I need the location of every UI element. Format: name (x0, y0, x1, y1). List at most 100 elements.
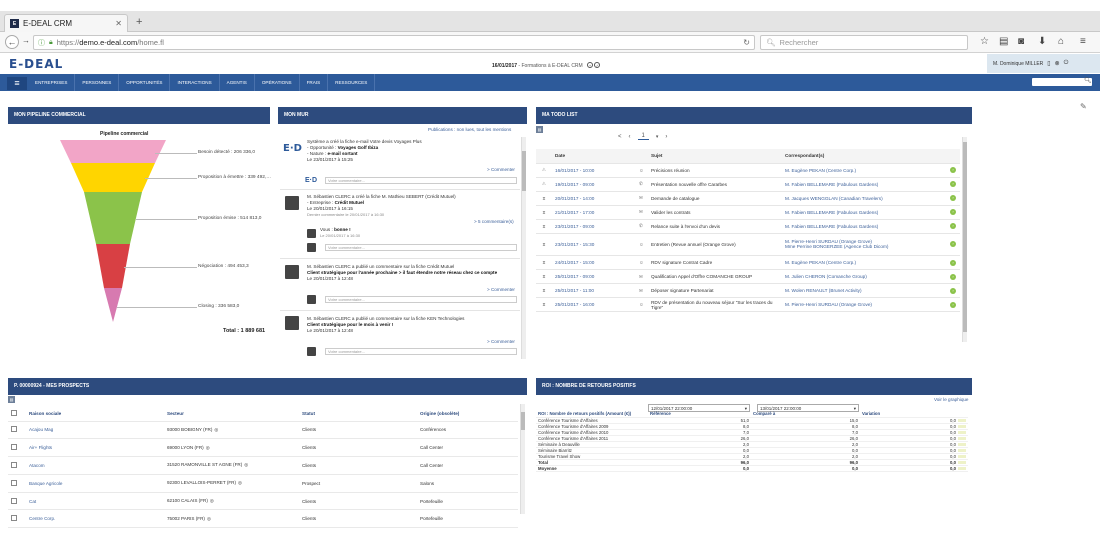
todo-subject[interactable]: RDV signature Contrat Cadre (648, 255, 782, 271)
reading-list-icon[interactable]: ▤ (999, 36, 1008, 47)
todo-date[interactable]: 19/01/2017 - 09:00 (552, 177, 636, 192)
funnel-stage-2[interactable] (71, 163, 155, 192)
prospects-scrollbar[interactable] (520, 404, 525, 514)
prospects-col-sector[interactable]: Secteur (164, 407, 299, 422)
go-arrow-icon[interactable]: › (950, 167, 956, 174)
todo-contact[interactable]: M. Eugène PEKAN (Centre Corp.) (785, 168, 943, 173)
prospect-name[interactable]: Centre Corp. (26, 509, 164, 529)
funnel-stage-1[interactable] (60, 140, 166, 163)
todo-options-icon[interactable]: ▤ (536, 126, 543, 133)
browser-search-input[interactable]: 🔍︎ Rechercher (760, 35, 968, 50)
globe-icon[interactable]: ◎ (207, 516, 211, 521)
todo-row[interactable]: ⧗ 25/01/2017 - 09:00 ✉ Qualification Appel … (536, 269, 960, 285)
table-row[interactable]: Acajou Mag 93000 BOBIGNY (FR) ◎ Clients Conf… (8, 421, 518, 440)
todo-subject[interactable]: Qualification Appel d'Offre COMANCHE GRO… (648, 269, 782, 285)
todo-date[interactable]: 25/01/2017 - 09:00 (552, 269, 636, 285)
row-checkbox[interactable] (11, 426, 17, 433)
wall-filter-links[interactable]: Publications : non lues, tout les mentio… (428, 127, 511, 132)
next-page-icon[interactable]: › (665, 134, 667, 140)
go-arrow-icon[interactable]: › (950, 209, 956, 216)
todo-row[interactable]: ⧗ 21/01/2017 - 17:00 ✉ Valider les contrats… (536, 205, 960, 220)
todo-row[interactable]: ⧗ 23/01/2017 - 15:30 ☺ Entretien (Revue ann… (536, 233, 960, 256)
row-checkbox[interactable] (11, 515, 17, 522)
menu-item-frais[interactable]: Frais (300, 74, 329, 91)
wall-scrollbar[interactable] (521, 137, 526, 359)
todo-subject[interactable]: Valider les contrats (648, 205, 782, 220)
todo-row[interactable]: ⚠ 16/01/2017 - 10:00 ☺ Précisions réunion M.… (536, 163, 960, 178)
prospects-col-origin[interactable]: Origine (obsolète) (417, 407, 518, 422)
add-icon[interactable]: + (587, 62, 594, 68)
row-checkbox[interactable] (11, 461, 17, 468)
app-logo[interactable]: E-DEAL (9, 57, 63, 71)
go-arrow-icon[interactable]: › (950, 301, 956, 308)
globe-icon[interactable]: ◎ (214, 427, 218, 432)
go-arrow-icon[interactable]: › (950, 287, 956, 294)
todo-row[interactable]: ⧗ 20/01/2017 - 14:00 ✉ Demande de catalogue… (536, 191, 960, 206)
post3-comment-link[interactable]: > Commenter (487, 287, 515, 292)
todo-col-contacts[interactable]: Correspondant(s) (782, 149, 946, 164)
go-arrow-icon[interactable]: › (950, 223, 956, 230)
todo-date[interactable]: 16/01/2017 - 10:00 (552, 163, 636, 178)
row-checkbox[interactable] (11, 497, 17, 504)
globe-icon[interactable]: ◎ (244, 462, 248, 467)
user-name[interactable]: M. Dominique MILLER (993, 61, 1043, 67)
post1-comment-link[interactable]: > Commenter (487, 167, 515, 172)
prospect-name[interactable]: Atacom (26, 456, 164, 475)
todo-subject[interactable]: RDV de présentation du nouveau séjour "S… (648, 297, 782, 313)
post1-line2-value[interactable]: Voyages Golf Ibiza (338, 145, 379, 150)
todo-contact[interactable]: M. Fabien BELLEMARE (Fabulous Gardens) (785, 182, 943, 187)
menu-item-interactions[interactable]: Interactions (170, 74, 220, 91)
todo-col-subject[interactable]: Sujet (648, 149, 782, 164)
bookmark-star-icon[interactable]: ☆ (980, 36, 989, 47)
todo-contact[interactable]: Mme Perrine BONGERZEE (Agence Club Dicom… (785, 244, 943, 249)
funnel-stage-3[interactable] (84, 192, 142, 244)
check-icon[interactable]: ✓ (594, 62, 601, 68)
todo-contact[interactable]: M. Fabien BELLEMARE (Fabulous Gardens) (785, 224, 943, 229)
forward-icon[interactable]: → (19, 35, 33, 49)
row-checkbox[interactable] (11, 444, 17, 451)
go-arrow-icon[interactable]: › (950, 181, 956, 188)
pocket-icon[interactable]: ◙ (1018, 36, 1024, 47)
todo-date[interactable]: 23/01/2017 - 09:00 (552, 219, 636, 234)
logout-icon[interactable]: ⊗ (1055, 60, 1060, 67)
table-row[interactable]: Banque Agricole 92300 LEVALLOIS-PERRET (F… (8, 474, 518, 493)
todo-subject[interactable]: Relance suite à l'envoi d'un devis (648, 219, 782, 234)
todo-row[interactable]: ⧗ 23/01/2017 - 09:00 ✆ Relance suite à l'en… (536, 219, 960, 234)
go-arrow-icon[interactable]: › (950, 195, 956, 202)
todo-date[interactable]: 24/01/2017 - 15:00 (552, 255, 636, 271)
todo-contact[interactable]: M. Wolen RENAULT (Brunet Activity) (785, 288, 943, 293)
table-row[interactable]: Cat 62100 CALAIS (FR) ◎ Clients Portefeuille (8, 492, 518, 511)
todo-subject[interactable]: Présentation nouvelle offre Caraïbes (648, 177, 782, 192)
mobile-icon[interactable]: ▯ (1047, 60, 1050, 67)
menu-search-icon[interactable]: 🔍︎ (1084, 77, 1092, 84)
funnel-stage-5[interactable] (104, 288, 122, 322)
prospects-col-name[interactable]: Raison sociale (26, 407, 164, 422)
todo-date[interactable]: 25/01/2017 - 11:00 (552, 283, 636, 299)
url-input[interactable]: ⓘ 🔒︎ https://demo.e-deal.com/home.fl ↻ (33, 35, 755, 50)
post3-comment-input[interactable]: Votre commentaire... (325, 296, 517, 303)
todo-contact[interactable]: M. Eugène PEKAN (Centre Corp.) (785, 260, 943, 265)
globe-icon[interactable]: ◎ (210, 498, 214, 503)
todo-date[interactable]: 20/01/2017 - 14:00 (552, 191, 636, 206)
todo-subject[interactable]: Entretien (Revue annuel (Orange Grove) (648, 233, 782, 256)
menu-item-opportunit-s[interactable]: Opportunités (119, 74, 171, 91)
menu-icon[interactable]: ≡ (1080, 36, 1086, 47)
prospect-name[interactable]: Banque Agricole (26, 474, 164, 493)
reload-icon[interactable]: ↻ (743, 38, 750, 47)
todo-contact[interactable]: M. Julien CHERON (Comanche Group) (785, 274, 943, 279)
close-tab-icon[interactable]: ✕ (115, 19, 122, 28)
prospects-options-icon[interactable]: ▤ (8, 396, 15, 403)
download-icon[interactable]: ⬇ (1038, 36, 1046, 47)
todo-scrollbar[interactable] (962, 137, 967, 342)
todo-date[interactable]: 21/01/2017 - 17:00 (552, 205, 636, 220)
new-tab-icon[interactable]: + (136, 16, 142, 28)
todo-row[interactable]: ⧗ 25/01/2017 - 11:00 ✉ Déposer signature Pa… (536, 283, 960, 299)
post2-comments-link[interactable]: > 5 commentaire(s) (474, 219, 514, 224)
post2-comment-input[interactable]: Votre commentaire... (325, 244, 517, 251)
edit-layout-icon[interactable]: ✎ (1080, 102, 1087, 111)
home-icon[interactable]: ⌂ (1058, 36, 1064, 47)
hamburger-icon[interactable]: ≡ (7, 77, 27, 90)
prospect-name[interactable]: Acajou Mag (26, 421, 164, 440)
post2-line2-value[interactable]: Crédit Mutuel (335, 200, 364, 205)
todo-row[interactable]: ⚠ 19/01/2017 - 09:00 ✆ Présentation nouvell… (536, 177, 960, 192)
